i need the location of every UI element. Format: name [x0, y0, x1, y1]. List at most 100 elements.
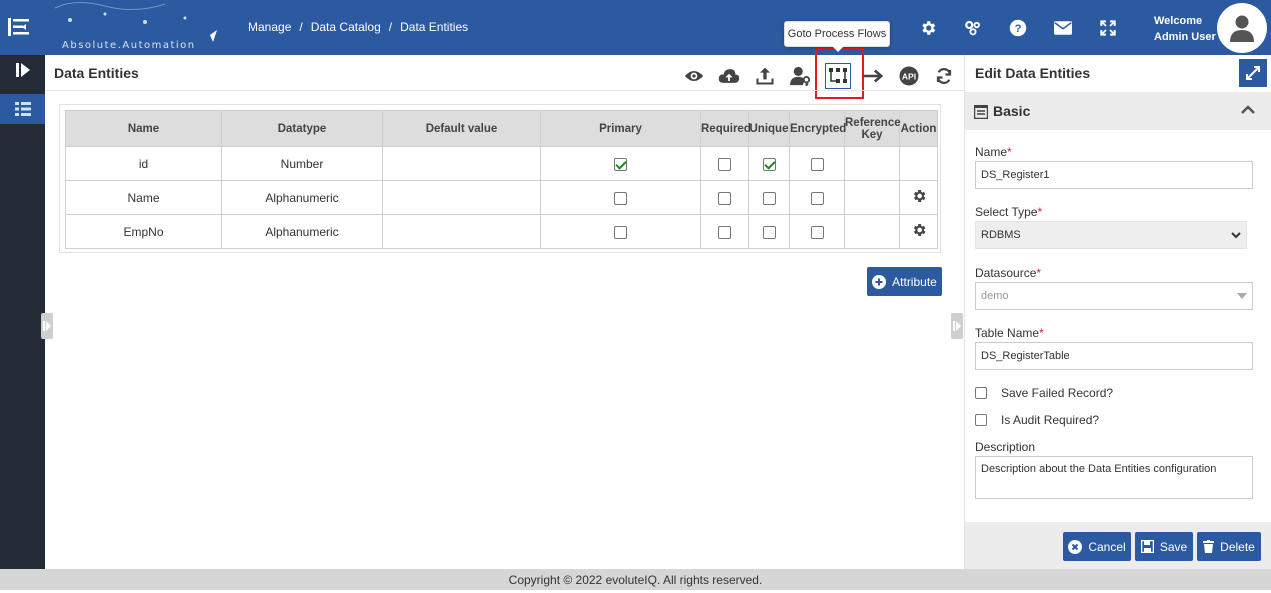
upload-icon[interactable]	[752, 63, 778, 89]
delete-button-label: Delete	[1220, 539, 1255, 554]
encrypted-checkbox[interactable]	[810, 191, 824, 205]
col-header-default-value[interactable]: Default value	[382, 110, 541, 147]
menu-toggle-icon[interactable]	[8, 17, 30, 37]
description-textarea[interactable]: Description about the Data Entities conf…	[975, 456, 1253, 499]
right-collapse-handle[interactable]	[951, 313, 963, 339]
highlight-box	[815, 48, 864, 99]
unique-checkbox[interactable]	[762, 157, 776, 171]
audit-required-option[interactable]: Is Audit Required?	[975, 413, 1099, 427]
expand-panel-icon[interactable]	[1239, 59, 1267, 87]
primary-checkbox[interactable]	[614, 225, 627, 239]
cell-datatype: Alphanumeric	[221, 180, 383, 215]
col-header-action[interactable]: Action	[899, 110, 938, 147]
col-header-primary[interactable]: Primary	[540, 110, 701, 147]
table-name-label: Table Name*	[975, 326, 1044, 340]
required-checkbox[interactable]	[718, 157, 731, 171]
main-panel: Data Entities API Name Datatype Default …	[41, 48, 964, 569]
cell-unique	[748, 180, 790, 215]
breadcrumb: Manage / Data Catalog / Data Entities	[248, 20, 468, 34]
add-attribute-button[interactable]: Attribute	[867, 267, 942, 296]
encrypted-checkbox[interactable]	[810, 157, 824, 171]
table-row[interactable]: EmpNo Alphanumeric	[65, 214, 938, 249]
breadcrumb-manage[interactable]: Manage	[248, 20, 291, 34]
cell-unique	[748, 214, 790, 249]
datasource-label: Datasource*	[975, 266, 1042, 280]
page-footer: Copyright © 2022 evoluteIQ. All rights r…	[0, 569, 1271, 590]
select-type-dropdown[interactable]: RDBMS	[975, 221, 1247, 249]
col-header-reference-key[interactable]: Reference Key	[844, 110, 901, 147]
unique-checkbox[interactable]	[762, 191, 776, 205]
arrow-right-icon[interactable]	[860, 63, 886, 89]
cell-name: EmpNo	[65, 214, 222, 249]
api-icon[interactable]: API	[896, 63, 922, 89]
edit-panel: Edit Data Entities Basic Name* DS_Regist…	[964, 55, 1271, 569]
col-header-name[interactable]: Name	[65, 110, 222, 147]
basic-section-title: Basic	[993, 103, 1031, 119]
col-header-encrypted[interactable]: Encrypted	[789, 110, 846, 147]
expand-rail-icon[interactable]	[0, 55, 45, 85]
cell-encrypted	[789, 214, 845, 249]
fullscreen-icon[interactable]	[1098, 18, 1118, 38]
primary-checkbox[interactable]	[614, 157, 627, 171]
cloud-upload-icon[interactable]	[716, 63, 742, 89]
cell-encrypted	[789, 180, 845, 215]
cell-default-value	[382, 146, 541, 181]
cell-required	[700, 214, 749, 249]
row-settings-gear-icon[interactable]	[911, 190, 927, 207]
svg-text:?: ?	[1015, 23, 1022, 35]
table-name-input[interactable]: DS_RegisterTable	[975, 342, 1253, 370]
edit-panel-title: Edit Data Entities	[975, 65, 1091, 81]
welcome-user[interactable]: Welcome Admin User	[1154, 13, 1216, 45]
basic-section-header[interactable]: Basic	[965, 92, 1271, 130]
save-failed-record-option[interactable]: Save Failed Record?	[975, 386, 1113, 400]
settings-gear-icon[interactable]	[918, 18, 938, 38]
cell-required	[700, 146, 749, 181]
col-header-required[interactable]: Required	[700, 110, 751, 147]
audit-required-checkbox[interactable]	[975, 414, 987, 426]
table-row[interactable]: Name Alphanumeric	[65, 180, 938, 215]
table-row[interactable]: id Number	[65, 146, 938, 181]
col-header-datatype[interactable]: Datatype	[221, 110, 383, 147]
required-checkbox[interactable]	[718, 191, 731, 205]
cell-primary	[540, 214, 701, 249]
breadcrumb-data-entities[interactable]: Data Entities	[400, 20, 468, 34]
datasource-dropdown[interactable]: demo	[975, 282, 1253, 310]
data-catalog-nav-icon[interactable]	[0, 94, 45, 124]
cell-unique	[748, 146, 790, 181]
audit-required-label: Is Audit Required?	[1001, 413, 1100, 427]
breadcrumb-separator: /	[299, 20, 303, 34]
cell-action	[899, 146, 938, 181]
cancel-button[interactable]: Cancel	[1063, 532, 1131, 561]
floppy-disk-icon	[1140, 540, 1154, 553]
refresh-icon[interactable]	[931, 63, 957, 89]
row-settings-gear-icon[interactable]	[911, 224, 927, 241]
save-failed-record-checkbox[interactable]	[975, 387, 987, 399]
name-input[interactable]: DS_Register1	[975, 161, 1253, 189]
goto-process-flows-tooltip: Goto Process Flows	[784, 21, 890, 52]
chevron-up-icon[interactable]	[1241, 104, 1255, 118]
description-label: Description	[975, 440, 1036, 454]
delete-button[interactable]: Delete	[1197, 532, 1261, 561]
user-permission-icon[interactable]	[788, 63, 814, 89]
unique-checkbox[interactable]	[762, 225, 776, 239]
select-type-label: Select Type*	[975, 205, 1043, 219]
required-checkbox[interactable]	[718, 225, 731, 239]
left-collapse-handle[interactable]	[41, 313, 53, 339]
cell-name: id	[65, 146, 222, 181]
cell-default-value	[382, 180, 541, 215]
attributes-table-container: Name Datatype Default value Primary Requ…	[59, 104, 941, 253]
view-eye-icon[interactable]	[681, 63, 707, 89]
page-title: Data Entities	[54, 65, 139, 81]
breadcrumb-data-catalog[interactable]: Data Catalog	[311, 20, 381, 34]
table-header-row: Name Datatype Default value Primary Requ…	[65, 110, 938, 147]
col-header-unique[interactable]: Unique	[748, 110, 790, 147]
primary-checkbox[interactable]	[614, 191, 627, 205]
multi-gear-icon[interactable]	[963, 18, 983, 38]
user-avatar[interactable]	[1217, 3, 1267, 53]
encrypted-checkbox[interactable]	[810, 225, 824, 239]
save-failed-record-label: Save Failed Record?	[1001, 386, 1114, 400]
save-button[interactable]: Save	[1135, 532, 1193, 561]
help-icon[interactable]: ?	[1008, 18, 1028, 38]
mail-icon[interactable]	[1053, 18, 1073, 38]
attributes-table: Name Datatype Default value Primary Requ…	[65, 110, 938, 249]
